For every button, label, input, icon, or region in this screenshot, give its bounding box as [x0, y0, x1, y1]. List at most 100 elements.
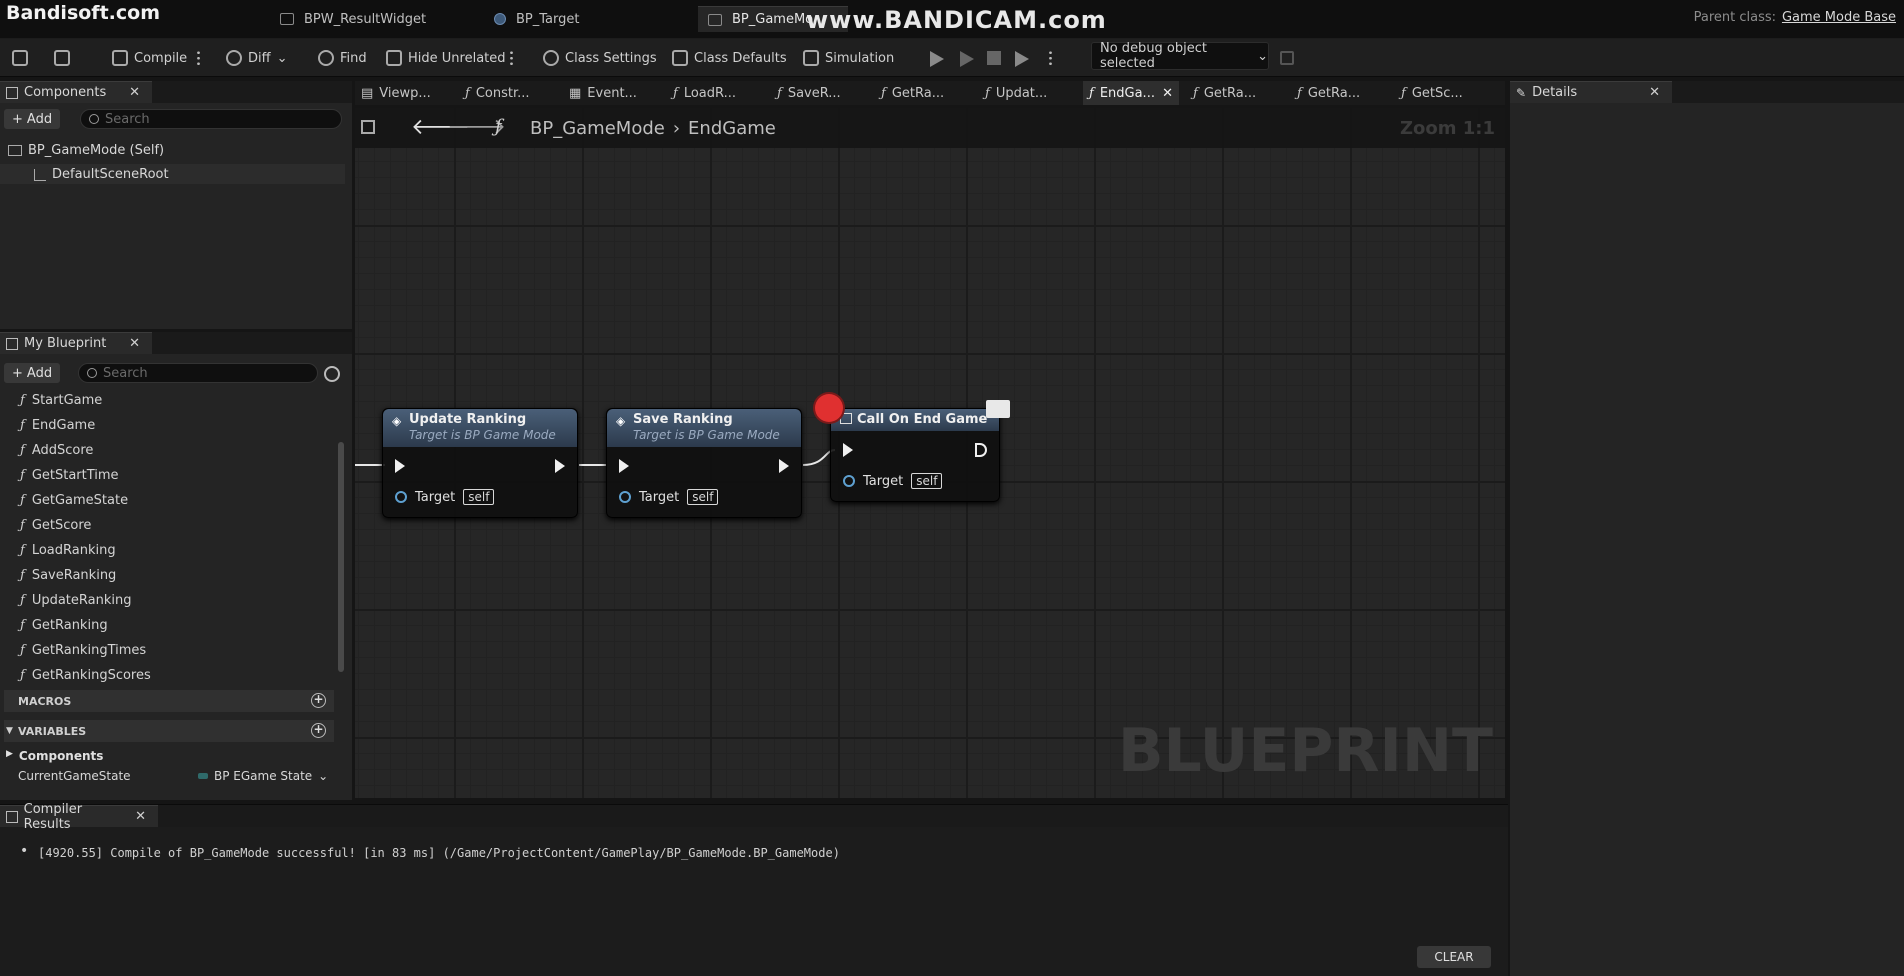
function-item[interactable]: ƒ LoadRanking — [20, 540, 116, 560]
class-defaults-icon — [672, 50, 688, 66]
component-item-default-scene-root[interactable]: DefaultSceneRoot — [34, 167, 169, 182]
node-title: Update Ranking — [409, 412, 527, 427]
macros-section-header[interactable]: MACROS + — [4, 690, 334, 712]
graph-tab-endgame[interactable]: ƒ EndGa... ✕ — [1083, 81, 1179, 105]
exec-in-pin[interactable] — [395, 459, 405, 473]
my-blueprint-add-button[interactable]: + Add — [4, 363, 61, 383]
function-item[interactable]: ƒ GetGameState — [20, 490, 128, 510]
title-bar: Bandisoft.com BPW_ResultWidget BP_Target… — [0, 0, 1904, 39]
close-icon[interactable]: ✕ — [1162, 86, 1173, 101]
variable-name[interactable]: CurrentGameState — [18, 769, 131, 783]
variable-type[interactable]: BP EGame State ⌄ — [198, 769, 328, 783]
function-item[interactable]: ƒ GetStartTime — [20, 465, 119, 485]
resume-icon[interactable] — [1015, 51, 1029, 67]
compile-button[interactable]: Compile — [112, 46, 187, 70]
my-blueprint-search-input[interactable]: Search — [78, 363, 318, 383]
settings-gear-icon[interactable] — [324, 366, 340, 382]
graph-tab-event[interactable]: ▦ Event... — [563, 81, 643, 105]
bullet-icon: • — [20, 843, 29, 859]
self-value[interactable]: self — [687, 489, 719, 505]
play-options-icon[interactable] — [1049, 50, 1052, 66]
node-update-ranking[interactable]: ◈ Update Ranking Target is BP Game Mode … — [382, 408, 578, 518]
function-label: UpdateRanking — [31, 592, 132, 608]
chevron-down-icon: ⌄ — [318, 769, 329, 783]
step-icon[interactable] — [960, 51, 974, 67]
close-icon[interactable]: ✕ — [135, 809, 146, 824]
function-item[interactable]: ƒ AddScore — [20, 440, 93, 460]
graph-tab-update[interactable]: ƒ Updat... — [979, 81, 1053, 105]
compile-options-icon[interactable] — [197, 50, 200, 66]
exec-out-pin[interactable] — [975, 443, 987, 457]
breakpoint-icon[interactable] — [815, 394, 843, 422]
node-call-on-end-game[interactable]: Call On End Game Target self — [830, 408, 1000, 502]
function-item[interactable]: ƒ EndGame — [20, 415, 95, 435]
scrollbar[interactable] — [338, 442, 344, 672]
debug-filter-icon[interactable] — [1280, 51, 1294, 65]
plus-icon: + — [12, 365, 23, 381]
function-item[interactable]: ƒ SaveRanking — [20, 565, 116, 585]
node-save-ranking[interactable]: ◈ Save Ranking Target is BP Game Mode Ta… — [606, 408, 802, 518]
exec-in-pin[interactable] — [843, 443, 853, 457]
hide-unrelated-label: Hide Unrelated — [408, 50, 506, 66]
find-button[interactable]: Find — [318, 46, 367, 70]
exec-out-pin[interactable] — [555, 459, 565, 473]
component-item-self[interactable]: BP_GameMode (Self) — [8, 143, 164, 158]
my-blueprint-tab[interactable]: My Blueprint ✕ — [0, 332, 152, 354]
graph-tab-getra-2[interactable]: ƒ GetRa... — [1187, 81, 1262, 105]
function-item[interactable]: ƒ StartGame — [20, 390, 102, 410]
function-item[interactable]: ƒ GetRanking — [20, 615, 108, 635]
debug-object-select[interactable]: No debug object selected ⌄ — [1091, 41, 1269, 71]
graph-tab-getra-3[interactable]: ƒ GetRa... — [1291, 81, 1366, 105]
function-item[interactable]: ƒ UpdateRanking — [20, 590, 131, 610]
graph-tab-save[interactable]: ƒ SaveR... — [771, 81, 847, 105]
macros-label: MACROS — [18, 694, 72, 708]
exec-out-pin[interactable] — [779, 459, 789, 473]
graph-tab-construction[interactable]: ƒ Constr... — [459, 81, 536, 105]
function-label: GetRankingScores — [31, 667, 151, 683]
close-icon[interactable]: ✕ — [129, 336, 140, 351]
stop-icon[interactable] — [987, 51, 1001, 65]
details-header: ✎ Details ✕ — [1510, 81, 1904, 103]
target-pin-row[interactable]: Target self — [395, 489, 495, 505]
doc-tab-result-widget[interactable]: BPW_ResultWidget — [270, 6, 436, 32]
browse-button[interactable] — [54, 46, 70, 70]
hide-unrelated-button[interactable]: Hide Unrelated — [386, 46, 506, 70]
self-value[interactable]: self — [911, 473, 943, 489]
components-category-label: Components — [18, 749, 104, 763]
target-pin-row[interactable]: Target self — [843, 473, 943, 489]
components-category[interactable]: ▶ Components — [6, 749, 103, 763]
clear-button[interactable]: CLEAR — [1417, 946, 1491, 968]
graph-tab-getra-1[interactable]: ƒ GetRa... — [875, 81, 950, 105]
graph-canvas[interactable]: 🡐 🡒 ƒ BP_GameMode › EndGame Zoom 1:1 BLU… — [355, 108, 1505, 798]
details-tab[interactable]: ✎ Details ✕ — [1510, 81, 1672, 103]
simulation-button[interactable]: Simulation — [803, 46, 894, 70]
function-item[interactable]: ƒ GetRankingScores — [20, 665, 151, 685]
parent-class-link[interactable]: Game Mode Base — [1782, 10, 1896, 25]
graph-tab-load[interactable]: ƒ LoadR... — [667, 81, 742, 105]
more-options-icon[interactable] — [510, 50, 513, 66]
components-tab[interactable]: Components ✕ — [0, 81, 152, 103]
parent-class-label: Parent class: — [1693, 10, 1776, 25]
play-icon[interactable] — [930, 51, 944, 67]
exec-in-pin[interactable] — [619, 459, 629, 473]
class-defaults-button[interactable]: Class Defaults — [672, 46, 787, 70]
function-item[interactable]: ƒ GetScore — [20, 515, 91, 535]
class-settings-button[interactable]: Class Settings — [543, 46, 657, 70]
components-search-input[interactable]: Search — [80, 109, 342, 129]
save-button[interactable] — [12, 46, 28, 70]
doc-tab-target[interactable]: BP_Target — [484, 6, 589, 32]
target-pin-row[interactable]: Target self — [619, 489, 719, 505]
close-icon[interactable]: ✕ — [1649, 85, 1660, 100]
function-item[interactable]: ƒ GetRankingTimes — [20, 640, 146, 660]
compiler-results-tab[interactable]: Compiler Results ✕ — [0, 802, 158, 832]
graph-tab-viewport[interactable]: ▤ Viewp... — [355, 81, 437, 105]
variables-section-header[interactable]: ▼ VARIABLES + — [4, 720, 334, 742]
save-icon — [12, 50, 28, 66]
components-add-button[interactable]: + Add — [4, 109, 61, 129]
add-variable-icon[interactable]: + — [311, 723, 326, 738]
close-icon[interactable]: ✕ — [129, 85, 140, 100]
add-macro-icon[interactable]: + — [311, 693, 326, 708]
diff-button[interactable]: Diff ⌄ — [226, 46, 288, 70]
graph-tab-getsc[interactable]: ƒ GetSc... — [1395, 81, 1469, 105]
self-value[interactable]: self — [463, 489, 495, 505]
